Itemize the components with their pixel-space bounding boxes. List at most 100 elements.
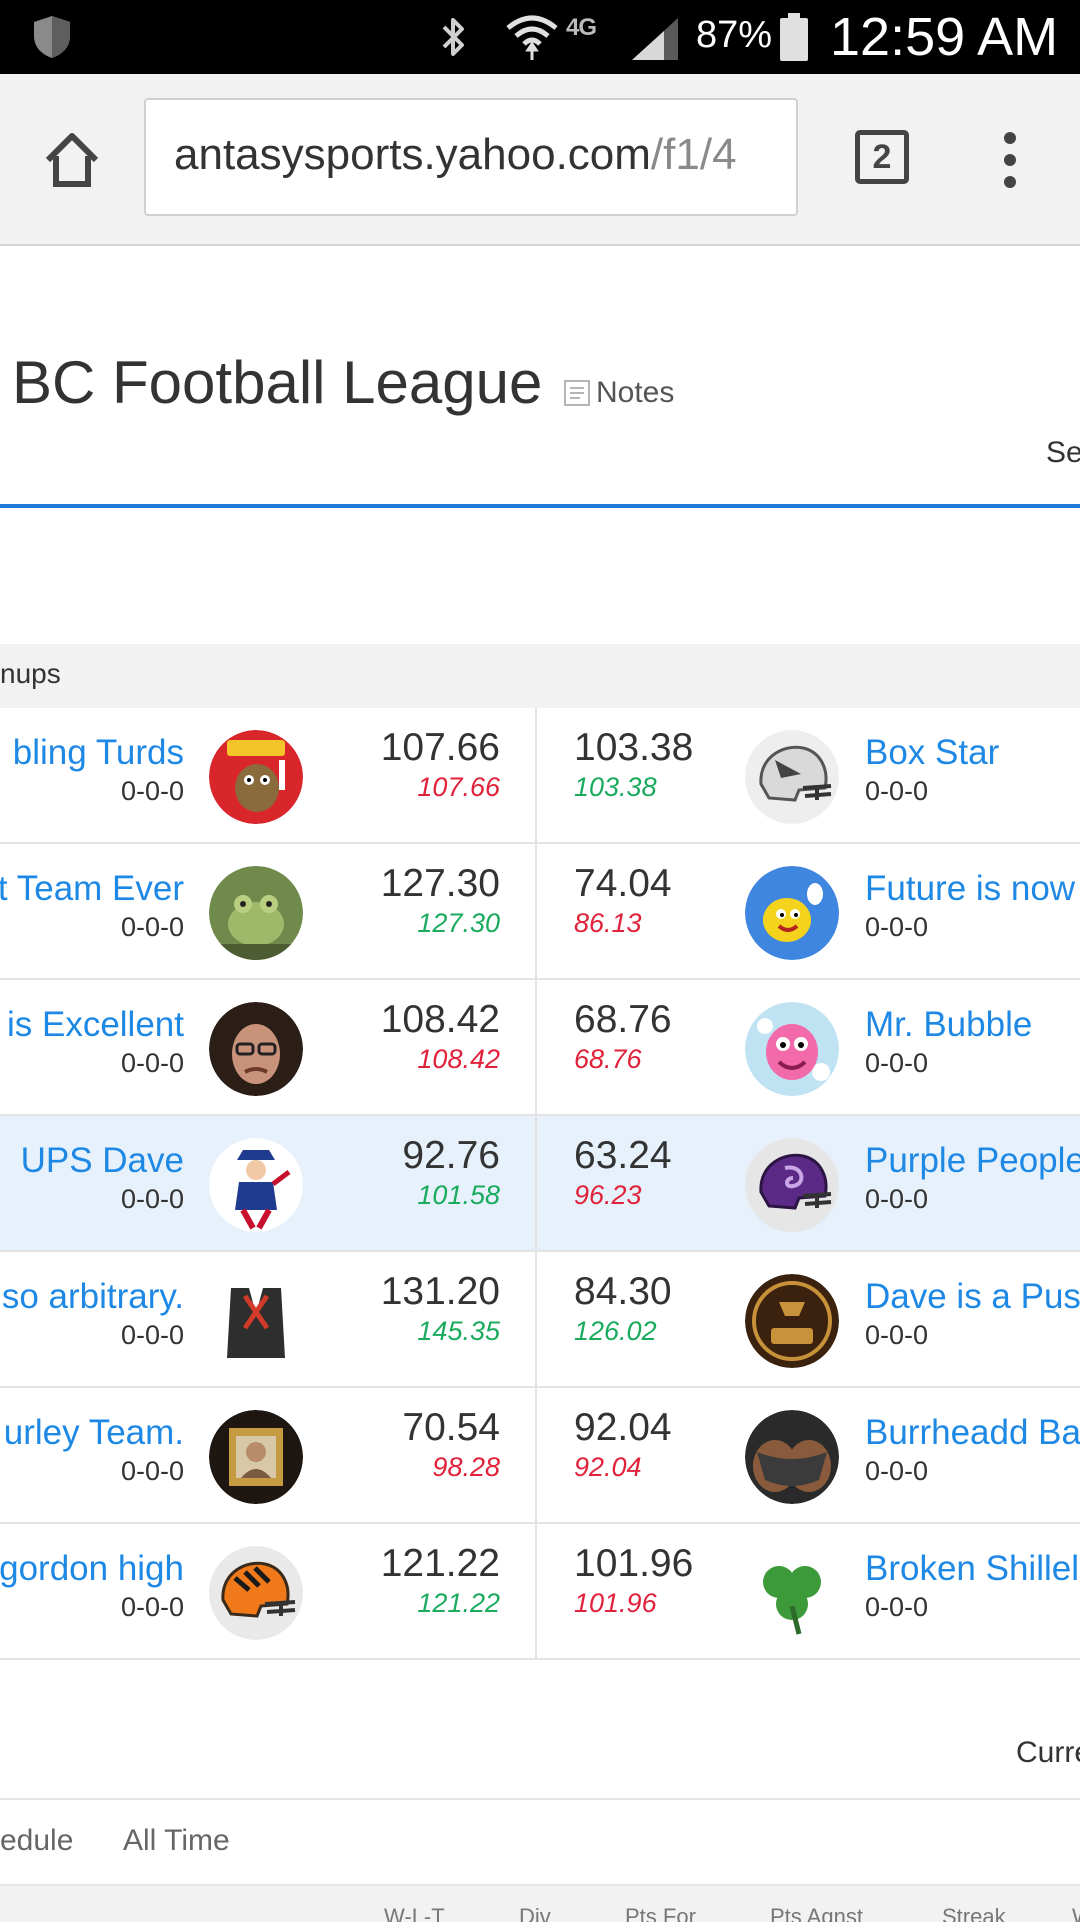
team-avatar[interactable] bbox=[209, 1002, 303, 1096]
team-name[interactable]: Future is now bbox=[865, 868, 1075, 910]
bubble-character-icon bbox=[745, 1002, 839, 1096]
left-score[interactable]: 70.54 98.28 bbox=[402, 1406, 500, 1484]
team-name[interactable]: gordon high bbox=[0, 1548, 184, 1590]
col-waiver[interactable]: W bbox=[1072, 1904, 1080, 1922]
team-name[interactable]: Mr. Bubble bbox=[865, 1004, 1032, 1046]
left-team[interactable]: bling Turds 0-0-0 bbox=[13, 732, 184, 808]
team-avatar[interactable] bbox=[209, 1546, 303, 1640]
projected-score: 127.30 bbox=[417, 908, 500, 938]
team-name[interactable]: UPS Dave bbox=[21, 1140, 184, 1182]
overflow-menu-icon[interactable] bbox=[996, 130, 1024, 190]
photo-avatar-icon bbox=[745, 1410, 839, 1504]
left-team[interactable]: so arbitrary. 0-0-0 bbox=[2, 1276, 184, 1352]
left-team[interactable]: urley Team. 0-0-0 bbox=[4, 1412, 184, 1488]
tab-schedule[interactable]: edule bbox=[0, 1824, 73, 1858]
matchups-heading: nups bbox=[0, 658, 61, 689]
left-score[interactable]: 127.30 127.30 bbox=[381, 862, 500, 940]
left-score[interactable]: 121.22 121.22 bbox=[381, 1542, 500, 1620]
team-avatar[interactable] bbox=[209, 730, 303, 824]
col-pts-against[interactable]: Pts Agnst bbox=[770, 1904, 863, 1922]
col-wlt[interactable]: W-L-T bbox=[384, 1904, 445, 1922]
tabs-icon[interactable]: 2 bbox=[855, 130, 909, 184]
url-host: antasysports.yahoo.com bbox=[174, 130, 651, 179]
team-avatar[interactable] bbox=[745, 1138, 839, 1232]
team-name[interactable]: Burrheadd Ba bbox=[865, 1412, 1080, 1454]
tab-all-time[interactable]: All Time bbox=[123, 1824, 230, 1858]
score: 68.76 bbox=[574, 998, 672, 1041]
right-score[interactable]: 68.76 68.76 bbox=[574, 998, 672, 1076]
matchup-row[interactable]: t Team Ever 0-0-0 127.30 127.30 74.04 86… bbox=[0, 844, 1080, 980]
team-record: 0-0-0 bbox=[120, 1320, 184, 1350]
team-name[interactable]: Broken Shillel bbox=[865, 1548, 1079, 1590]
right-score[interactable]: 84.30 126.02 bbox=[574, 1270, 672, 1348]
right-team[interactable]: Dave is a Pus 0-0-0 bbox=[865, 1276, 1080, 1352]
section-divider bbox=[0, 1798, 1080, 1800]
left-score[interactable]: 108.42 108.42 bbox=[381, 998, 500, 1076]
team-avatar[interactable] bbox=[745, 1002, 839, 1096]
right-team[interactable]: Future is now 0-0-0 bbox=[865, 868, 1075, 944]
purple-helmet-icon bbox=[745, 1138, 839, 1232]
team-name[interactable]: bling Turds bbox=[13, 732, 184, 774]
right-team[interactable]: Burrheadd Ba 0-0-0 bbox=[865, 1412, 1080, 1488]
projected-score: 107.66 bbox=[417, 772, 500, 802]
clock: 12:59 AM bbox=[830, 7, 1059, 67]
col-div[interactable]: Div bbox=[519, 1904, 551, 1922]
url-text[interactable]: antasysports.yahoo.com/f1/4 bbox=[174, 130, 737, 180]
right-score[interactable]: 103.38 103.38 bbox=[574, 726, 693, 804]
right-team[interactable]: Broken Shillel 0-0-0 bbox=[865, 1548, 1079, 1624]
col-streak[interactable]: Streak bbox=[942, 1904, 1006, 1922]
address-bar[interactable]: antasysports.yahoo.com/f1/4 bbox=[144, 98, 798, 216]
status-bar: 4G 87% 12:59 AM bbox=[0, 0, 1080, 74]
home-icon[interactable] bbox=[40, 128, 104, 192]
team-name[interactable]: Purple People bbox=[865, 1140, 1080, 1182]
left-score[interactable]: 107.66 107.66 bbox=[381, 726, 500, 804]
team-avatar[interactable] bbox=[745, 1410, 839, 1504]
left-team[interactable]: gordon high 0-0-0 bbox=[0, 1548, 184, 1624]
score: 103.38 bbox=[574, 726, 694, 769]
vest-icon bbox=[209, 1274, 303, 1368]
right-score[interactable]: 92.04 92.04 bbox=[574, 1406, 672, 1484]
team-avatar[interactable] bbox=[209, 866, 303, 960]
notes-link[interactable]: Notes bbox=[564, 376, 674, 410]
team-avatar[interactable] bbox=[745, 1274, 839, 1368]
right-score[interactable]: 63.24 96.23 bbox=[574, 1134, 672, 1212]
right-team[interactable]: Purple People 0-0-0 bbox=[865, 1140, 1080, 1216]
url-path: /f1/4 bbox=[650, 130, 737, 179]
team-name[interactable]: so arbitrary. bbox=[2, 1276, 184, 1318]
matchup-row[interactable]: bling Turds 0-0-0 107.66 107.66 103.38 1… bbox=[0, 708, 1080, 844]
team-name[interactable]: t Team Ever bbox=[0, 868, 184, 910]
team-name[interactable]: urley Team. bbox=[4, 1412, 184, 1454]
team-record: 0-0-0 bbox=[865, 1048, 929, 1078]
right-score[interactable]: 74.04 86.13 bbox=[574, 862, 672, 940]
score: 127.30 bbox=[380, 862, 500, 905]
left-team[interactable]: UPS Dave 0-0-0 bbox=[21, 1140, 184, 1216]
score: 131.20 bbox=[380, 1270, 500, 1313]
right-team[interactable]: Box Star 0-0-0 bbox=[865, 732, 999, 808]
left-score[interactable]: 131.20 145.35 bbox=[381, 1270, 500, 1348]
matchup-row-highlighted[interactable]: UPS Dave 0-0-0 92.76 101.58 63.24 96.23 bbox=[0, 1116, 1080, 1252]
team-avatar[interactable] bbox=[745, 730, 839, 824]
matchup-row[interactable]: so arbitrary. 0-0-0 131.20 145.35 84.30 … bbox=[0, 1252, 1080, 1388]
team-name[interactable]: Dave is a Pus bbox=[865, 1276, 1080, 1318]
team-record: 0-0-0 bbox=[120, 1048, 184, 1078]
left-team[interactable]: is Excellent 0-0-0 bbox=[7, 1004, 184, 1080]
team-avatar[interactable] bbox=[745, 1546, 839, 1640]
matchup-row[interactable]: is Excellent 0-0-0 108.42 108.42 68.76 6… bbox=[0, 980, 1080, 1116]
left-score[interactable]: 92.76 101.58 bbox=[402, 1134, 500, 1212]
left-team[interactable]: t Team Ever 0-0-0 bbox=[0, 868, 184, 944]
col-pts-for[interactable]: Pts For bbox=[625, 1904, 696, 1922]
team-avatar[interactable] bbox=[745, 866, 839, 960]
score: 92.04 bbox=[574, 1406, 672, 1449]
team-avatar[interactable] bbox=[209, 1138, 303, 1232]
right-score[interactable]: 101.96 101.96 bbox=[574, 1542, 693, 1620]
team-name[interactable]: Box Star bbox=[865, 732, 999, 774]
team-avatar[interactable] bbox=[209, 1274, 303, 1368]
team-avatar[interactable] bbox=[209, 1410, 303, 1504]
score: 121.22 bbox=[380, 1542, 500, 1585]
right-team[interactable]: Mr. Bubble 0-0-0 bbox=[865, 1004, 1032, 1080]
settings-link[interactable]: Se bbox=[1046, 436, 1080, 470]
matchup-row[interactable]: urley Team. 0-0-0 70.54 98.28 92.04 92.0… bbox=[0, 1388, 1080, 1524]
shield-icon bbox=[34, 16, 70, 58]
matchup-row[interactable]: gordon high 0-0-0 121.22 121.22 101.96 1… bbox=[0, 1524, 1080, 1660]
team-name[interactable]: is Excellent bbox=[7, 1004, 184, 1046]
